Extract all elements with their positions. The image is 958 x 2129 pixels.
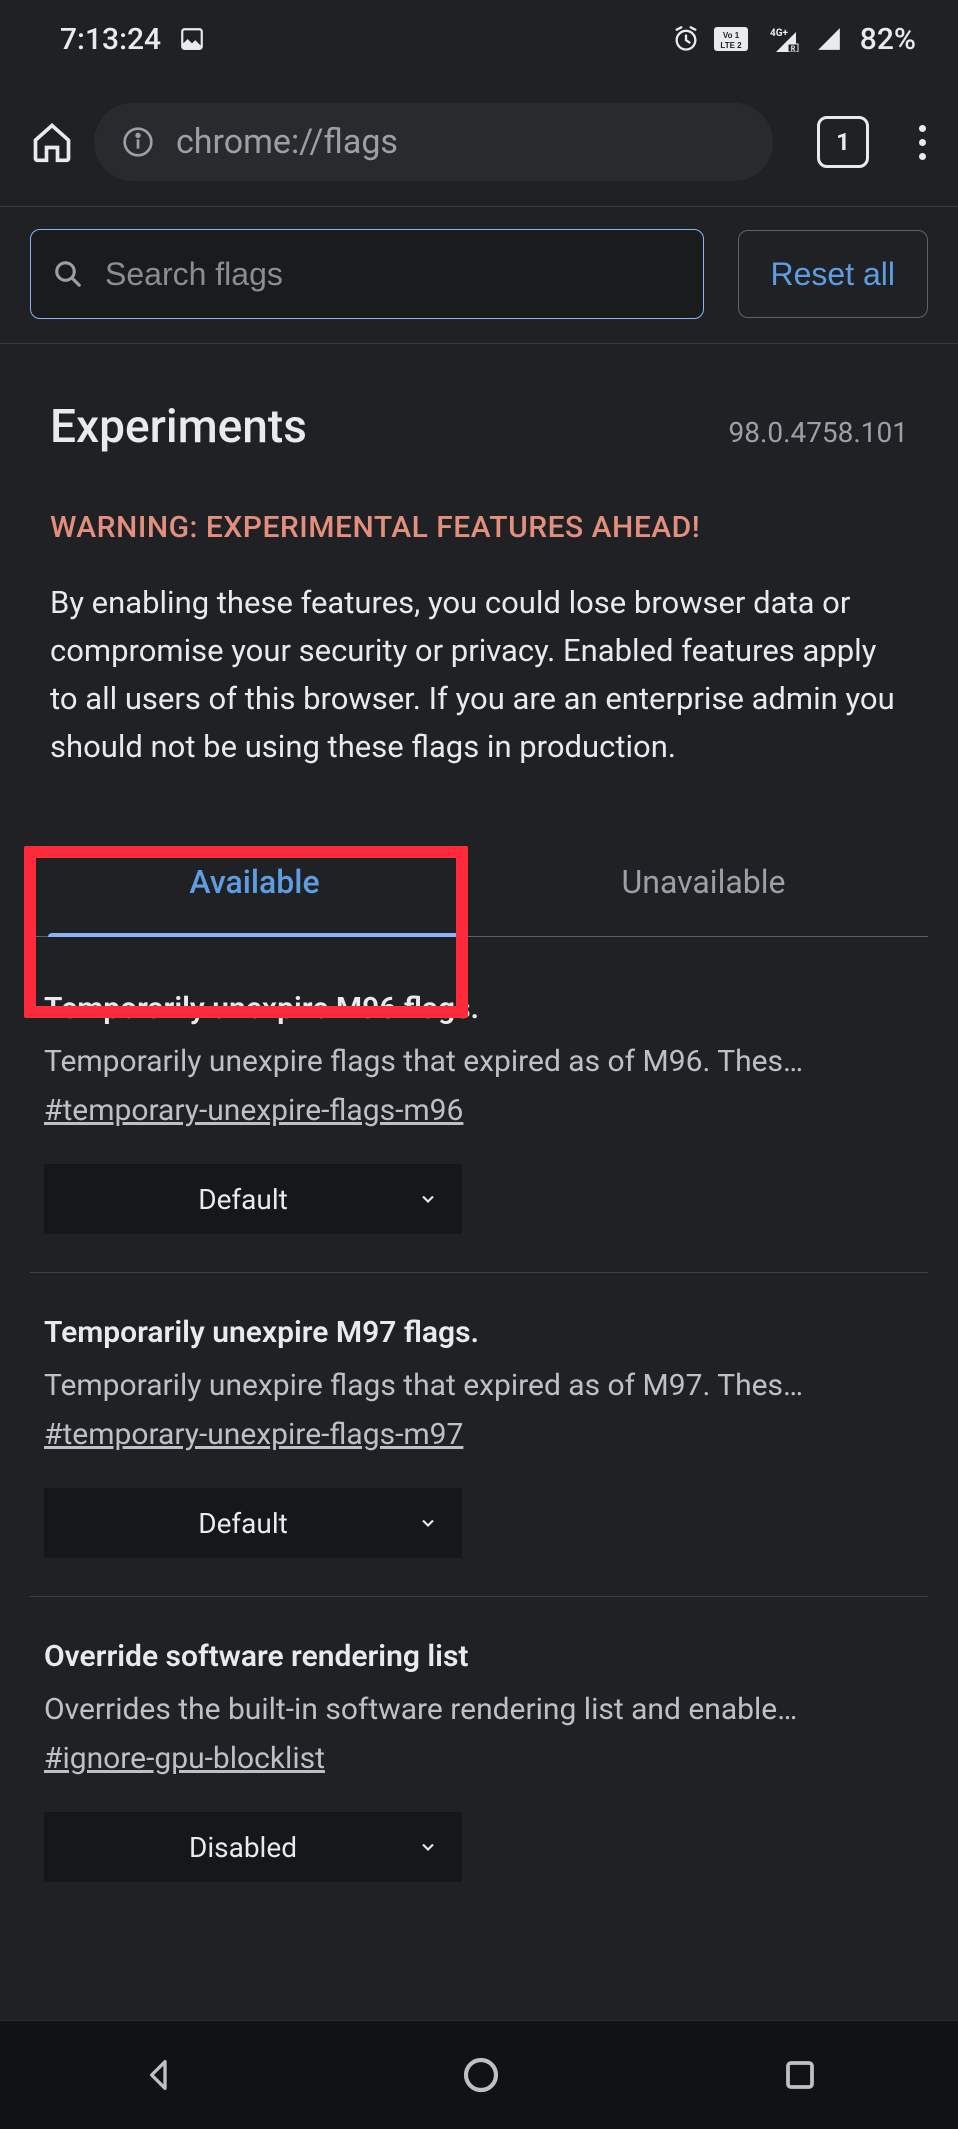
title-row: Experiments 98.0.4758.101: [50, 400, 908, 454]
tab-available-label: Available: [189, 863, 319, 901]
url-text: chrome://flags: [176, 122, 398, 162]
tab-unavailable-label: Unavailable: [622, 863, 786, 901]
battery-percent: 82%: [860, 22, 916, 57]
divider: [0, 343, 958, 344]
chevron-down-icon: [418, 1837, 438, 1857]
flag-dropdown[interactable]: Default: [44, 1488, 462, 1558]
svg-text:4G+: 4G+: [770, 28, 789, 39]
svg-text:Vo 1: Vo 1: [723, 31, 740, 40]
search-icon: [53, 259, 83, 289]
tab-available[interactable]: Available: [30, 819, 479, 937]
flags-list: Temporarily unexpire M96 flags. Temporar…: [30, 991, 928, 1882]
flag-dropdown-value: Default: [68, 1183, 418, 1216]
flag-dropdown[interactable]: Default: [44, 1164, 462, 1234]
version-label: 98.0.4758.101: [728, 416, 908, 449]
flag-dropdown-value: Default: [68, 1507, 418, 1540]
flag-item: Temporarily unexpire M96 flags. Temporar…: [30, 991, 928, 1273]
nav-back-icon[interactable]: [140, 2055, 180, 2095]
status-bar: 7:13:24 Vo 1LTE 2 4G+R 82%: [0, 0, 958, 78]
info-icon: [122, 126, 154, 158]
flag-anchor-link[interactable]: #temporary-unexpire-flags-m97: [44, 1417, 463, 1452]
flag-dropdown[interactable]: Disabled: [44, 1812, 462, 1882]
signal-4g-icon: 4G+R: [762, 26, 802, 52]
reset-all-button[interactable]: Reset all: [738, 230, 929, 318]
tab-unavailable[interactable]: Unavailable: [479, 819, 928, 937]
warning-body: By enabling these features, you could lo…: [50, 579, 908, 771]
warning-heading: WARNING: EXPERIMENTAL FEATURES AHEAD!: [50, 510, 908, 545]
flag-description: Overrides the built-in software renderin…: [44, 1692, 914, 1727]
flag-item: Temporarily unexpire M97 flags. Temporar…: [30, 1315, 928, 1597]
svg-text:LTE 2: LTE 2: [720, 41, 742, 50]
address-bar[interactable]: chrome://flags: [94, 103, 773, 181]
status-left: 7:13:24: [60, 22, 205, 57]
flag-title: Temporarily unexpire M96 flags.: [44, 991, 914, 1026]
flag-description: Temporarily unexpire flags that expired …: [44, 1044, 914, 1079]
flag-dropdown-value: Disabled: [68, 1831, 418, 1864]
flag-anchor-link[interactable]: #ignore-gpu-blocklist: [44, 1741, 325, 1776]
flag-divider: [30, 1596, 928, 1597]
tab-count-label: 1: [836, 128, 850, 156]
signal-icon: [816, 26, 842, 52]
tab-active-indicator: [48, 933, 461, 937]
flag-title: Override software rendering list: [44, 1639, 914, 1674]
home-icon[interactable]: [30, 120, 74, 164]
browser-toolbar: chrome://flags 1: [0, 78, 958, 206]
clock: 7:13:24: [60, 22, 161, 57]
flag-divider: [30, 1272, 928, 1273]
alarm-icon: [672, 25, 700, 53]
page-title: Experiments: [50, 400, 307, 454]
search-row: Reset all: [30, 229, 928, 319]
volte-icon: Vo 1LTE 2: [714, 27, 748, 51]
flag-item: Override software rendering list Overrid…: [30, 1639, 928, 1882]
status-right: Vo 1LTE 2 4G+R 82%: [672, 22, 916, 57]
search-input[interactable]: [103, 255, 681, 294]
page-content: Reset all Experiments 98.0.4758.101 WARN…: [0, 206, 958, 1882]
tab-switcher[interactable]: 1: [817, 116, 869, 168]
system-navbar: [0, 2020, 958, 2129]
nav-recents-icon[interactable]: [782, 2057, 818, 2093]
image-icon: [179, 26, 205, 52]
flag-description: Temporarily unexpire flags that expired …: [44, 1368, 914, 1403]
search-flags-box[interactable]: [30, 229, 704, 319]
svg-text:R: R: [791, 45, 796, 52]
flag-title: Temporarily unexpire M97 flags.: [44, 1315, 914, 1350]
overflow-menu-icon[interactable]: [919, 125, 926, 160]
nav-home-icon[interactable]: [461, 2055, 501, 2095]
reset-all-label: Reset all: [771, 256, 896, 293]
tabs: Available Unavailable: [30, 819, 928, 937]
chevron-down-icon: [418, 1189, 438, 1209]
flag-anchor-link[interactable]: #temporary-unexpire-flags-m96: [44, 1093, 463, 1128]
chevron-down-icon: [418, 1513, 438, 1533]
